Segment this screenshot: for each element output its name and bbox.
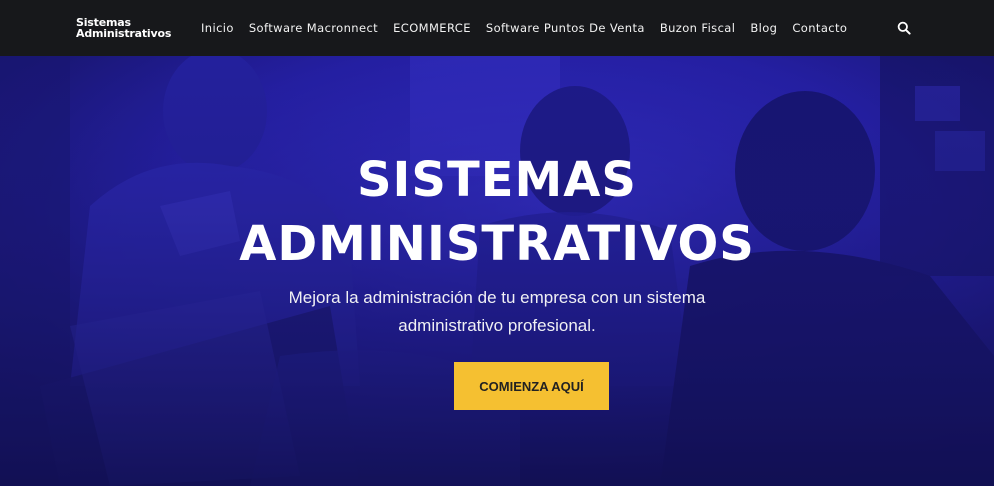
hero-banner: SISTEMAS ADMINISTRATIVOS Mejora la admin… [0,56,994,486]
nav-item-inicio[interactable]: Inicio [201,21,234,35]
hero-title-line-1: SISTEMAS [356,152,637,208]
top-navigation-bar: Sistemas Administrativos Inicio Software… [0,0,994,56]
nav-item-software-puntos-de-venta[interactable]: Software Puntos De Venta [486,21,645,35]
hero-title-line-2: ADMINISTRATIVOS [239,216,755,272]
hero-content: SISTEMAS ADMINISTRATIVOS Mejora la admin… [0,56,994,486]
site-logo[interactable]: Sistemas Administrativos [76,17,186,39]
search-button[interactable] [897,21,911,35]
nav-item-ecommerce[interactable]: ECOMMERCE [393,21,471,35]
nav-item-software-macronnect[interactable]: Software Macronnect [249,21,378,35]
comienza-aqui-button[interactable]: COMIENZA AQUÍ [454,362,609,410]
hero-title: SISTEMAS ADMINISTRATIVOS [0,148,994,276]
hero-subtitle-line-1: Mejora la administración de tu empresa c… [288,288,706,307]
search-icon [897,21,911,35]
main-nav: Inicio Software Macronnect ECOMMERCE Sof… [201,21,862,35]
nav-item-blog[interactable]: Blog [750,21,777,35]
nav-item-buzon-fiscal[interactable]: Buzon Fiscal [660,21,736,35]
logo-line-2: Administrativos [76,27,172,40]
nav-item-contacto[interactable]: Contacto [792,21,847,35]
hero-subtitle: Mejora la administración de tu empresa c… [0,284,994,340]
hero-subtitle-line-2: administrativo profesional. [398,316,596,335]
